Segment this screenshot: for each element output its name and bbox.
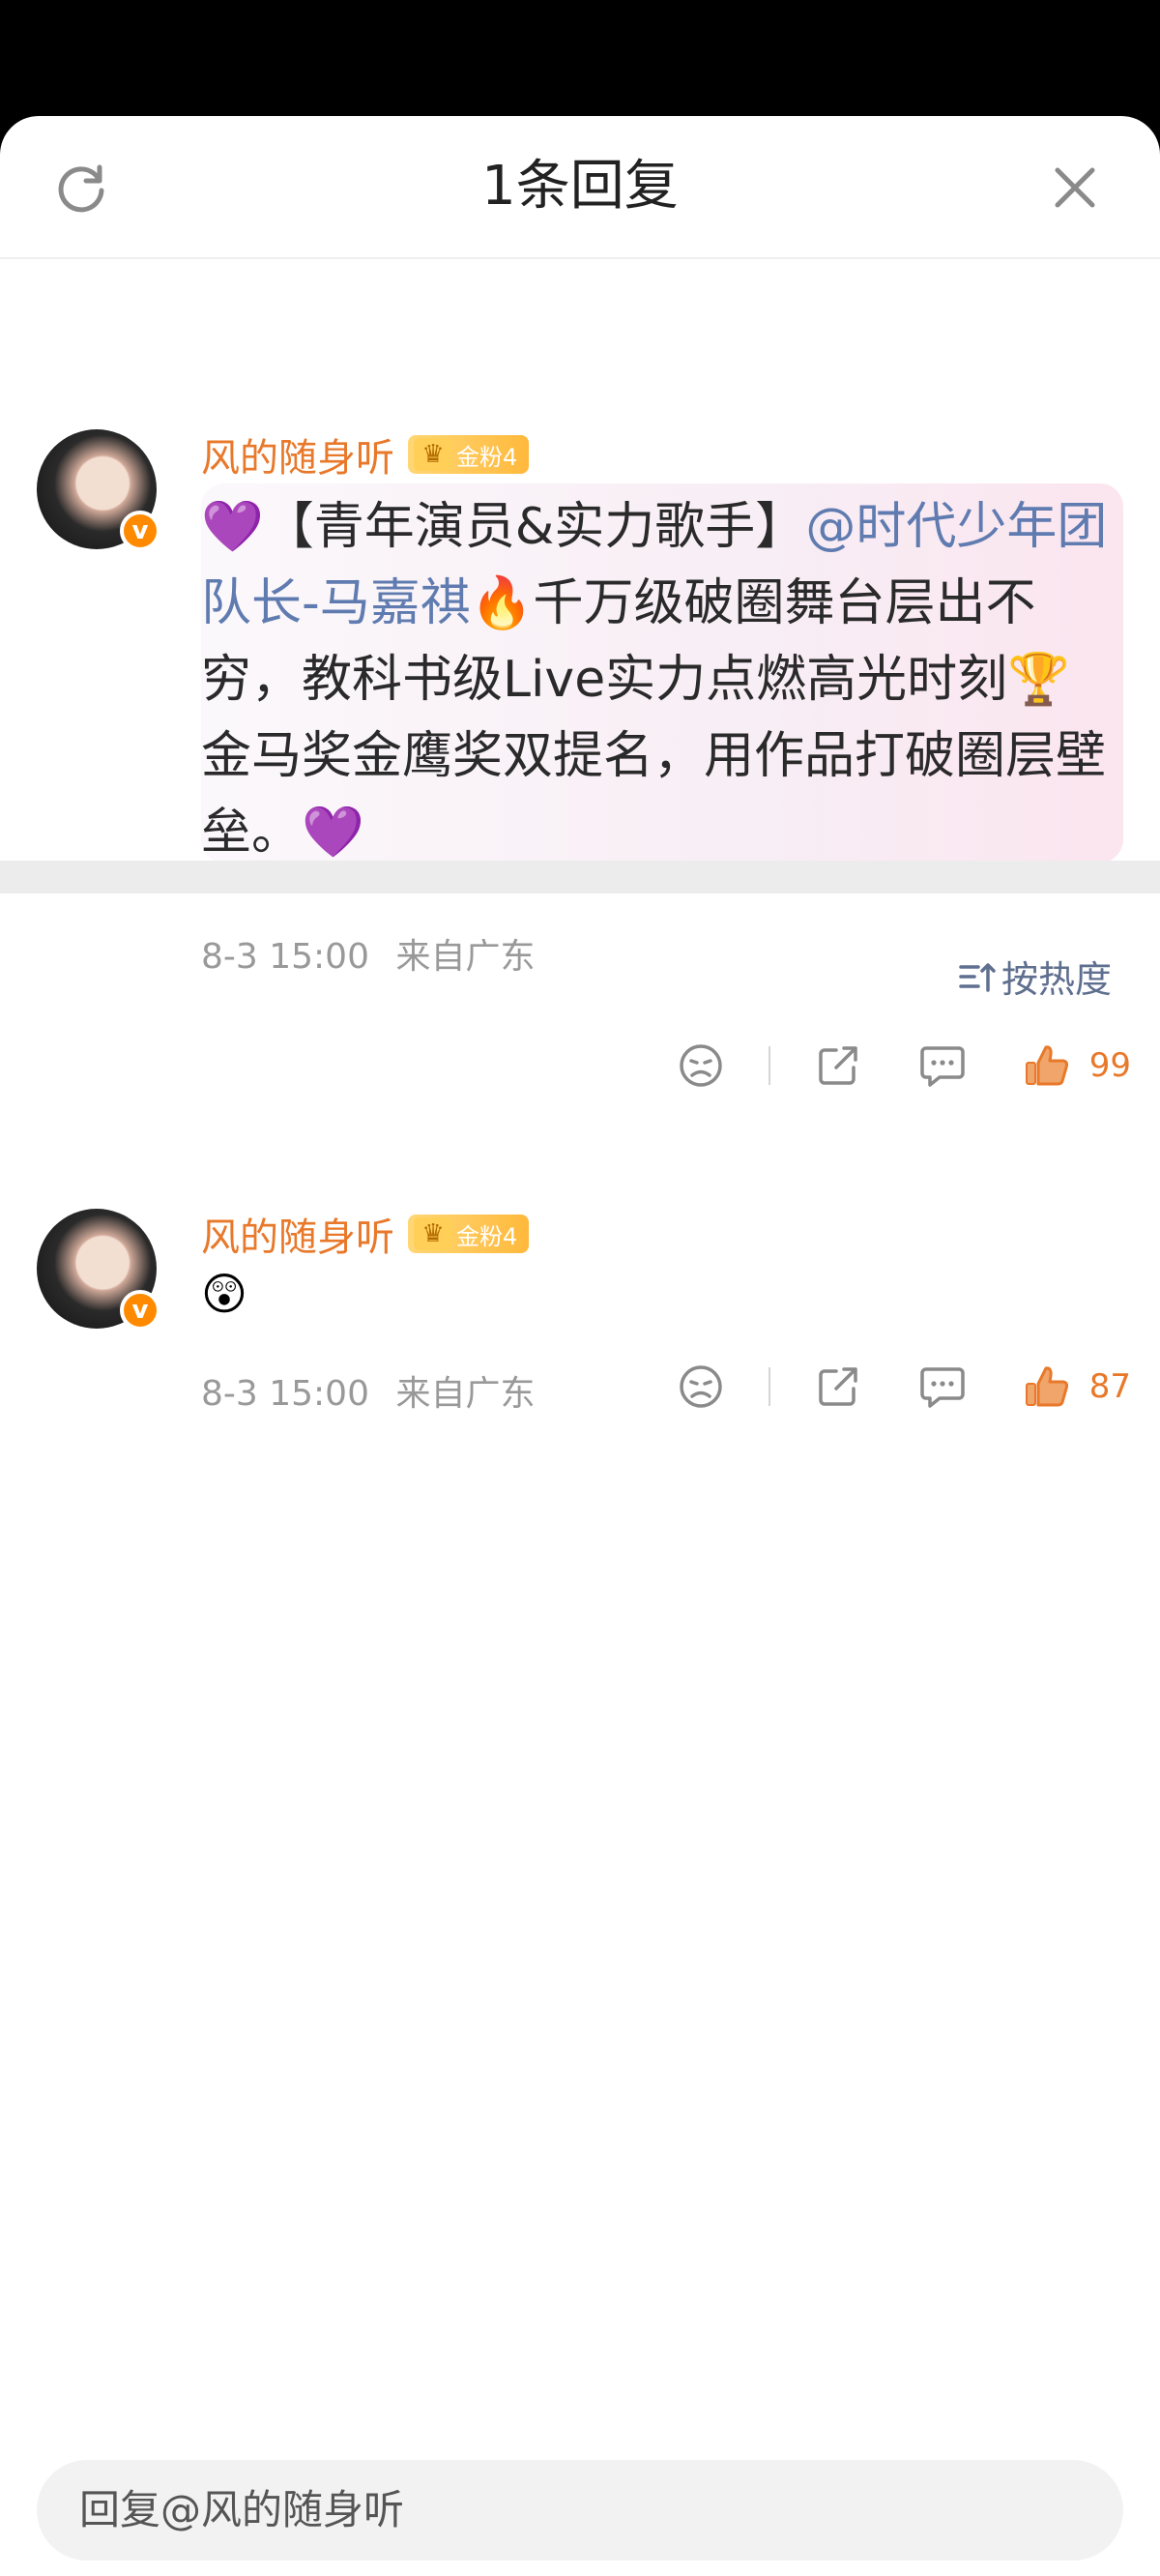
trophy-emoji: 🏆 [1007,651,1070,709]
purple-heart-emoji: 💜 [302,804,364,862]
dislike-icon[interactable] [672,1358,730,1416]
sort-icon [959,962,996,992]
verified-icon: v [120,511,160,551]
like-count: 99 [1088,1046,1131,1085]
content-text: 【青年演员&实力歌手】 [263,498,806,556]
comment-content: 💜【青年演员&实力歌手】@时代少年团队长-马嘉祺🔥千万级破圈舞台层出不穷，教科书… [201,489,1110,871]
page-title: 1条回复 [481,155,679,218]
like-icon[interactable] [1018,1037,1076,1095]
fan-badge-label: 金粉4 [456,1222,518,1250]
share-icon[interactable] [809,1037,867,1095]
fan-badge[interactable]: ♛ 金粉4 [408,435,530,474]
sort-by-hot-button[interactable]: 按热度 [957,950,1112,1003]
section-separator [0,861,1160,893]
crown-icon: ♛ [414,438,452,471]
close-icon[interactable] [1044,157,1106,219]
avatar[interactable]: v [37,429,160,551]
comment-time: 8-3 15:00 [201,937,369,977]
user-row: 风的随身听 ♛ 金粉4 [201,1211,530,1260]
user-row: 风的随身听 ♛ 金粉4 [201,431,530,481]
crown-icon: ♛ [414,1217,452,1250]
reply-input[interactable]: 回复@风的随身听 [37,2460,1123,2561]
comment-meta: 8-3 15:00 来自广东 [201,1365,535,1416]
action-divider [768,1367,770,1406]
purple-heart-emoji: 💜 [201,498,264,556]
comment-icon[interactable] [914,1358,972,1416]
like-icon[interactable] [1018,1358,1076,1416]
share-icon[interactable] [809,1358,867,1416]
comment-actions: 99 [672,1037,1131,1095]
username[interactable]: 风的随身听 [201,426,394,483]
verified-icon: v [120,1290,160,1331]
like-count: 87 [1088,1367,1131,1406]
reply-sheet: 1条回复 v 风的随身听 ♛ 金粉4 💜【青年演员&实力歌手】@时代少年团队长-… [0,116,1160,2576]
reply-placeholder: 回复@风的随身听 [79,2486,405,2533]
comment-meta: 8-3 15:00 来自广东 [201,928,535,979]
action-divider [768,1046,770,1085]
comment-actions: 87 [672,1358,1131,1416]
comment-icon[interactable] [914,1037,972,1095]
avatar[interactable]: v [37,1209,160,1331]
comment-time: 8-3 15:00 [201,1374,369,1414]
fan-badge[interactable]: ♛ 金粉4 [408,1215,530,1253]
comment-location: 来自广东 [395,1374,536,1414]
comment-content: 😲 [201,1268,247,1320]
sheet-header: 1条回复 [0,116,1160,259]
comment-location: 来自广东 [395,937,536,977]
fan-badge-label: 金粉4 [456,443,518,471]
sort-label: 按热度 [1000,958,1112,1001]
dislike-icon[interactable] [672,1037,730,1095]
username[interactable]: 风的随身听 [201,1206,394,1262]
fire-emoji: 🔥 [470,574,534,632]
